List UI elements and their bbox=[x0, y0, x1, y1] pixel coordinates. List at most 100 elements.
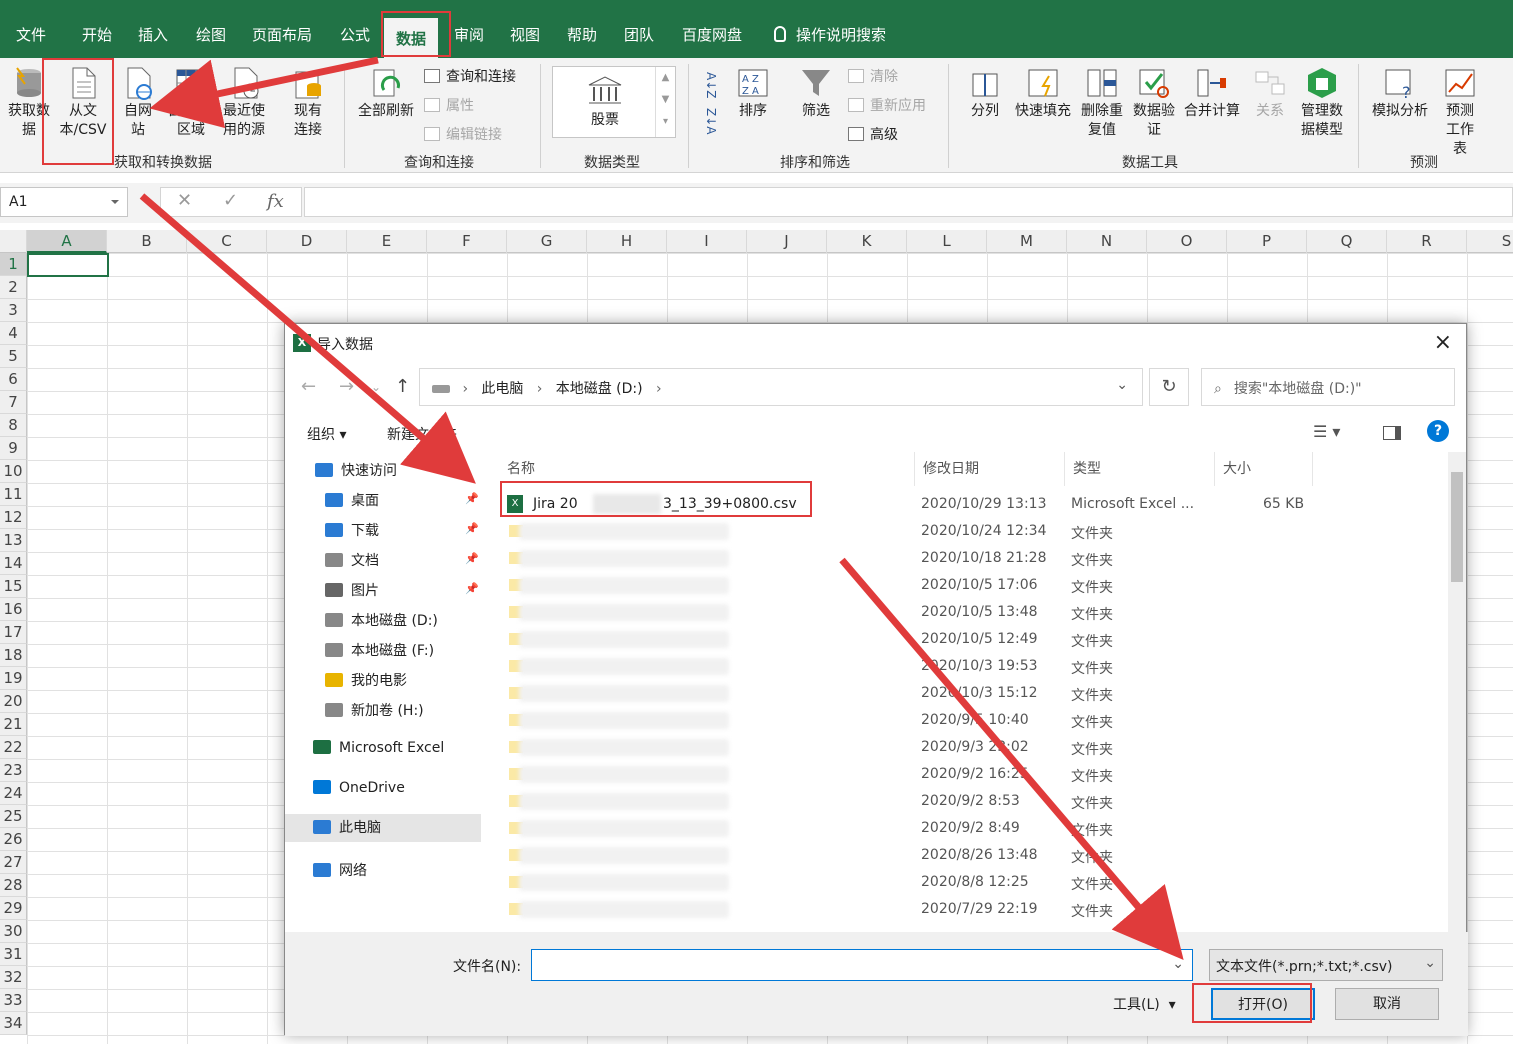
column-header-r[interactable]: R bbox=[1387, 230, 1467, 253]
column-header-name[interactable]: 名称 bbox=[499, 452, 915, 486]
row-header-1[interactable]: 1 bbox=[0, 253, 27, 276]
refresh-all-button[interactable]: 全部刷新 bbox=[354, 66, 418, 121]
scrollbar-thumb[interactable] bbox=[1451, 472, 1463, 582]
tab-10[interactable]: 团队 bbox=[624, 24, 654, 45]
tab-11[interactable]: 百度网盘 bbox=[682, 24, 742, 45]
column-header-h[interactable]: H bbox=[587, 230, 667, 253]
row-header-34[interactable]: 34 bbox=[0, 1012, 27, 1035]
file-row[interactable]: 2020/8/26 13:48 文件夹 bbox=[499, 843, 1449, 870]
up-arrow-icon[interactable]: ↑ bbox=[395, 376, 410, 397]
consolidate-button[interactable]: 合并计算 bbox=[1182, 66, 1242, 121]
file-row[interactable]: 2020/9/2 8:53 文件夹 bbox=[499, 789, 1449, 816]
file-row[interactable]: X Jira 20 3_13_39+0800.csv 2020/10/29 13:13… bbox=[499, 492, 1449, 519]
pin-icon[interactable]: 📌 bbox=[465, 522, 479, 535]
sort-button[interactable]: A ZZ A 排序 bbox=[732, 66, 774, 121]
forecast-sheet-button[interactable]: 预测工作表 bbox=[1436, 66, 1484, 159]
column-header-o[interactable]: O bbox=[1147, 230, 1227, 253]
column-header-l[interactable]: L bbox=[907, 230, 987, 253]
row-header-24[interactable]: 24 bbox=[0, 782, 27, 805]
from-web-button[interactable]: 自网站 bbox=[116, 66, 160, 140]
nav-item-0[interactable]: 快速访问 bbox=[315, 460, 397, 480]
pin-icon[interactable]: 📌 bbox=[465, 582, 479, 595]
file-row[interactable]: 2020/10/3 15:12 文件夹 bbox=[499, 681, 1449, 708]
column-header-p[interactable]: P bbox=[1227, 230, 1307, 253]
edit-links-button[interactable]: 编辑链接 bbox=[424, 124, 502, 144]
from-text-csv-button[interactable]: 从文本/CSV bbox=[56, 66, 110, 140]
file-row[interactable]: 2020/10/5 12:49 文件夹 bbox=[499, 627, 1449, 654]
forward-arrow-icon[interactable]: → bbox=[339, 376, 354, 397]
row-header-21[interactable]: 21 bbox=[0, 713, 27, 736]
row-header-5[interactable]: 5 bbox=[0, 345, 27, 368]
breadcrumb-drive-d[interactable]: 本地磁盘 (D:) bbox=[556, 381, 643, 397]
row-header-8[interactable]: 8 bbox=[0, 414, 27, 437]
help-icon[interactable]: ? bbox=[1427, 420, 1449, 442]
remove-duplicates-button[interactable]: 删除重复值 bbox=[1078, 66, 1126, 140]
file-row[interactable]: 2020/9/3 23:02 文件夹 bbox=[499, 735, 1449, 762]
flash-fill-button[interactable]: 快速填充 bbox=[1012, 66, 1074, 121]
column-header-i[interactable]: I bbox=[667, 230, 747, 253]
tab-1[interactable]: 开始 bbox=[82, 24, 112, 45]
row-header-29[interactable]: 29 bbox=[0, 897, 27, 920]
data-type-gallery[interactable]: 股票 ▲ ▼ ▾ bbox=[552, 66, 676, 138]
breadcrumb-this-pc[interactable]: 此电脑 bbox=[481, 381, 523, 397]
file-row[interactable]: 2020/9/2 8:49 文件夹 bbox=[499, 816, 1449, 843]
file-row[interactable]: 2020/9/2 16:25 文件夹 bbox=[499, 762, 1449, 789]
nav-item-9[interactable]: Microsoft Excel bbox=[313, 740, 444, 756]
what-if-button[interactable]: ? 模拟分析 bbox=[1368, 66, 1432, 121]
new-folder-button[interactable]: 新建文件夹 bbox=[387, 424, 457, 444]
name-box[interactable]: A1 bbox=[0, 187, 128, 217]
close-icon[interactable]: × bbox=[1434, 330, 1452, 355]
chevron-down-icon[interactable]: ⌄ bbox=[1172, 956, 1184, 972]
nav-item-5[interactable]: 本地磁盘 (D:) bbox=[325, 610, 438, 630]
clear-button[interactable]: 清除 bbox=[848, 66, 898, 86]
manage-data-model-button[interactable]: 管理数据模型 bbox=[1296, 66, 1348, 140]
sort-descending-button[interactable]: Z↓A bbox=[704, 108, 718, 134]
pin-icon[interactable]: 📌 bbox=[465, 492, 479, 505]
sort-ascending-button[interactable]: A↓Z bbox=[704, 72, 718, 98]
row-header-22[interactable]: 22 bbox=[0, 736, 27, 759]
file-row[interactable]: 2020/10/3 19:53 文件夹 bbox=[499, 654, 1449, 681]
data-validation-button[interactable]: 数据验证 bbox=[1128, 66, 1180, 140]
view-options-icon[interactable]: ☰ ▾ bbox=[1313, 422, 1340, 441]
pin-icon[interactable]: 📌 bbox=[465, 552, 479, 565]
tab-4[interactable]: 页面布局 bbox=[252, 24, 312, 45]
stocks-button[interactable]: 股票 bbox=[557, 71, 653, 133]
column-header-k[interactable]: K bbox=[827, 230, 907, 253]
column-header-g[interactable]: G bbox=[507, 230, 587, 253]
insert-function-button[interactable]: fx bbox=[267, 191, 284, 212]
row-header-31[interactable]: 31 bbox=[0, 943, 27, 966]
row-header-6[interactable]: 6 bbox=[0, 368, 27, 391]
row-header-3[interactable]: 3 bbox=[0, 299, 27, 322]
nav-item-10[interactable]: OneDrive bbox=[313, 780, 405, 796]
nav-item-12[interactable]: 网络 bbox=[313, 860, 367, 880]
row-header-11[interactable]: 11 bbox=[0, 483, 27, 506]
file-row[interactable]: 2020/10/18 21:28 文件夹 bbox=[499, 546, 1449, 573]
row-header-33[interactable]: 33 bbox=[0, 989, 27, 1012]
tab-3[interactable]: 绘图 bbox=[196, 24, 226, 45]
column-header-f[interactable]: F bbox=[427, 230, 507, 253]
scrollbar[interactable] bbox=[1448, 452, 1466, 932]
tell-me-search[interactable]: 操作说明搜索 bbox=[774, 24, 886, 45]
row-header-4[interactable]: 4 bbox=[0, 322, 27, 345]
column-header-b[interactable]: B bbox=[107, 230, 187, 253]
existing-connections-button[interactable]: 现有连接 bbox=[286, 66, 330, 140]
address-bar[interactable]: › 此电脑 › 本地磁盘 (D:) › ⌄ bbox=[419, 368, 1143, 406]
column-header-a[interactable]: A bbox=[27, 230, 107, 253]
recent-sources-button[interactable]: 最近使用的源 bbox=[220, 66, 270, 140]
refresh-icon[interactable]: ↻ bbox=[1149, 368, 1189, 406]
row-header-15[interactable]: 15 bbox=[0, 575, 27, 598]
reapply-button[interactable]: 重新应用 bbox=[848, 95, 926, 115]
chevron-down-icon[interactable]: ⌄ bbox=[1424, 955, 1436, 971]
nav-item-2[interactable]: 下载 bbox=[325, 520, 379, 540]
row-header-32[interactable]: 32 bbox=[0, 966, 27, 989]
get-data-button[interactable]: 获取数据 bbox=[4, 66, 54, 140]
chevron-down-icon[interactable]: ⌄ bbox=[371, 380, 381, 394]
nav-item-8[interactable]: 新加卷 (H:) bbox=[325, 700, 424, 720]
tab-8[interactable]: 视图 bbox=[510, 24, 540, 45]
nav-item-7[interactable]: 我的电影 bbox=[325, 670, 407, 690]
tab-6[interactable]: 数据 bbox=[384, 18, 439, 58]
row-header-14[interactable]: 14 bbox=[0, 552, 27, 575]
column-header-c[interactable]: C bbox=[187, 230, 267, 253]
organize-button[interactable]: 组织 ▾ bbox=[307, 424, 346, 444]
column-header-d[interactable]: D bbox=[267, 230, 347, 253]
